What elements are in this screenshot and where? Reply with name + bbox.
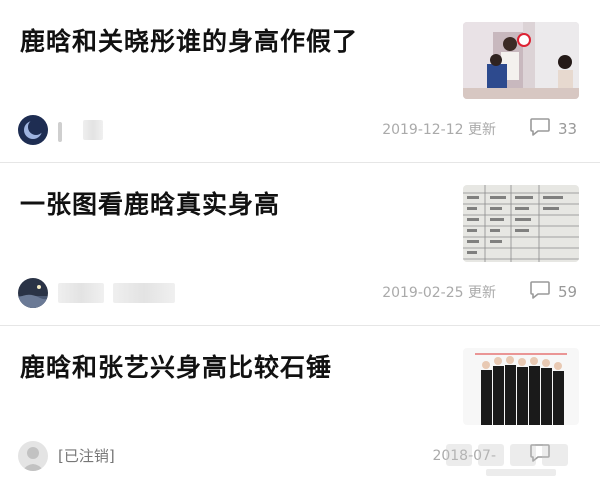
author-name[interactable]: [已注销]	[58, 446, 115, 466]
author-name[interactable]	[58, 283, 175, 303]
avatar[interactable]	[18, 441, 48, 471]
avatar[interactable]	[18, 278, 48, 308]
comment-bubble-icon	[529, 117, 551, 141]
comment-count: 33	[558, 120, 578, 138]
post-feed: 鹿晗和关晓彤谁的身高作假了 2019-12-12 更新 33 一张图看鹿晗真实身…	[0, 0, 600, 491]
post-thumbnail[interactable]	[463, 348, 579, 425]
post-item[interactable]: 一张图看鹿晗真实身高 2019-02-25 更新 59	[0, 163, 600, 326]
comment-link[interactable]: 59	[529, 281, 577, 303]
author-name[interactable]	[58, 120, 103, 142]
post-date: 2018-07-	[432, 448, 496, 464]
post-date: 2019-02-25 更新	[382, 285, 496, 301]
post-item[interactable]: 鹿晗和张艺兴身高比较石锤 [已注销] 2018-07-	[0, 326, 600, 491]
comment-link[interactable]: 33	[529, 118, 577, 140]
post-thumbnail[interactable]	[463, 22, 579, 99]
post-title[interactable]: 鹿晗和关晓彤谁的身高作假了	[20, 22, 358, 58]
post-thumbnail[interactable]	[463, 185, 579, 262]
post-footer: [已注销] 2018-07-	[0, 438, 600, 472]
post-title[interactable]: 鹿晗和张艺兴身高比较石锤	[20, 348, 332, 384]
comment-count: 59	[558, 283, 578, 301]
post-title[interactable]: 一张图看鹿晗真实身高	[20, 185, 280, 221]
comment-bubble-icon	[529, 443, 551, 467]
comment-link[interactable]	[529, 444, 558, 466]
post-footer: 2019-12-12 更新 33	[0, 112, 600, 146]
post-date: 2019-12-12 更新	[382, 122, 496, 138]
comment-bubble-icon	[529, 280, 551, 304]
post-footer: 2019-02-25 更新 59	[0, 275, 600, 309]
post-item[interactable]: 鹿晗和关晓彤谁的身高作假了 2019-12-12 更新 33	[0, 0, 600, 163]
avatar[interactable]	[18, 115, 48, 145]
